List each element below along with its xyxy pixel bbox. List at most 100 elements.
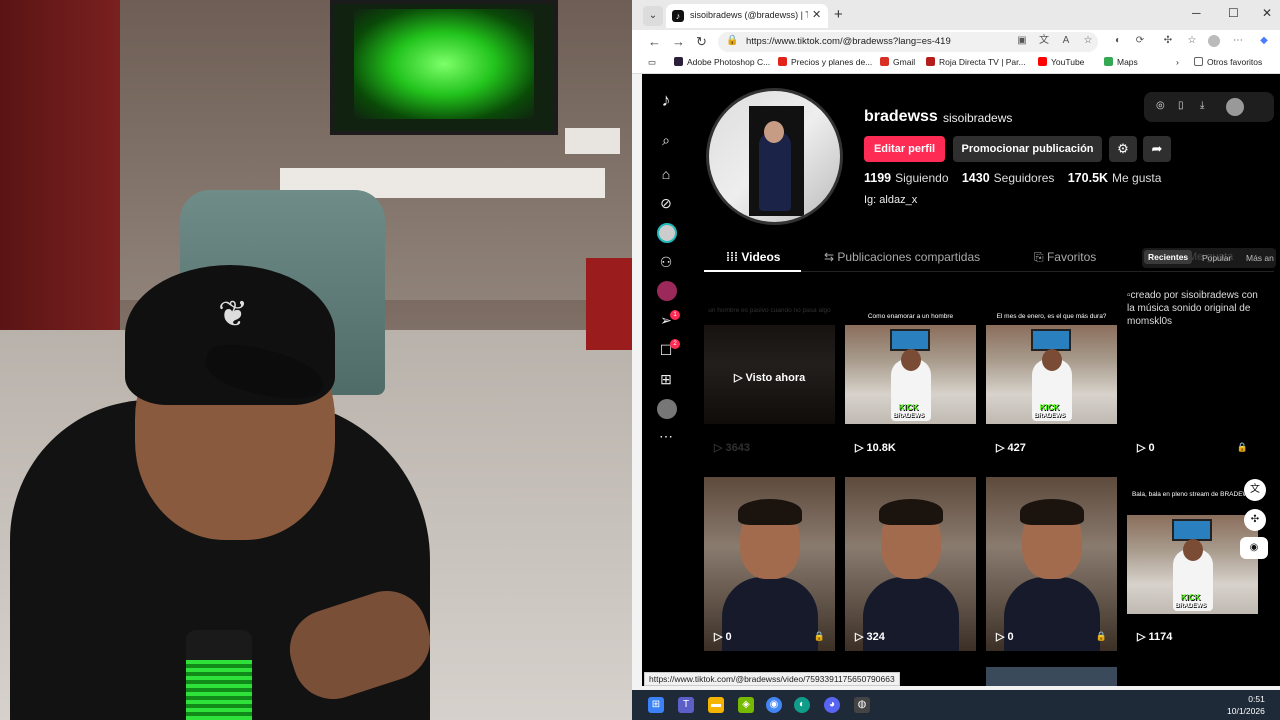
private-lock-icon: 🔒 — [1095, 631, 1107, 641]
play-icon: ▷ — [714, 631, 726, 643]
view-count: ▷ 3643 — [714, 441, 750, 454]
puzzle-icon[interactable]: ✣ — [1162, 35, 1174, 47]
play-icon: ▷ — [855, 442, 867, 454]
followers-count[interactable]: 1430 — [962, 171, 990, 185]
split-screen-icon[interactable]: ▣ — [1016, 35, 1028, 47]
translate-fab-icon[interactable]: 文 — [1244, 479, 1266, 501]
home-icon[interactable]: ⌂ — [656, 164, 676, 184]
video-card[interactable]: ▷ 0 🔒 — [704, 477, 835, 651]
video-card[interactable]: ▷ 0 🔒 — [986, 477, 1117, 651]
bookmark-gmail[interactable]: Gmail — [880, 57, 915, 67]
video-card[interactable]: Como enamorar a un hombre KICK BRADEWS ▷ … — [845, 289, 976, 461]
clock-time: 0:51 — [1248, 694, 1265, 704]
tab-actions-button[interactable]: ⌄ — [643, 6, 663, 26]
extension-icon[interactable]: ◐ — [1112, 35, 1124, 47]
more-icon[interactable]: ⋯ — [656, 426, 676, 446]
tab-tiktok[interactable]: ♪ sisoibradews (@bradewss) | TikTok ✕ — [666, 4, 828, 28]
following-avatar-icon[interactable] — [657, 223, 677, 243]
play-icon: ▷ — [996, 442, 1008, 454]
bookmark-roja-directa[interactable]: Roja Directa TV | Par... — [926, 57, 1026, 67]
share-icon[interactable]: ➦ — [1143, 136, 1171, 162]
video-caption: un hombre es pasivo cuando no pasa algo — [708, 307, 831, 314]
promote-post-button[interactable]: Promocionar publicación — [953, 136, 1102, 162]
tab-videos[interactable]: ⁞⁞⁞ Videos — [726, 250, 780, 264]
coins-icon[interactable]: ◎ — [1156, 100, 1165, 111]
close-window-icon[interactable]: ✕ — [1262, 6, 1272, 20]
read-aloud-icon[interactable]: A — [1060, 35, 1072, 47]
video-thumbnail — [845, 477, 976, 651]
sort-recent[interactable]: Recientes — [1144, 250, 1193, 264]
video-card[interactable]: ▷ 324 — [845, 477, 976, 651]
nvidia-icon[interactable]: ◈ — [738, 697, 754, 713]
upload-icon[interactable]: ⊞ — [656, 369, 676, 389]
play-icon: ▷ — [714, 442, 726, 454]
bookmarks-menu-icon[interactable]: ▭ — [648, 57, 656, 68]
obs-icon[interactable]: ◍ — [854, 697, 870, 713]
kick-word: KICK — [1039, 403, 1060, 412]
assistant-fab-icon[interactable]: ◉ — [1240, 537, 1268, 559]
sort-older[interactable]: Más an — [1246, 253, 1274, 263]
live-avatar-icon[interactable] — [657, 281, 677, 301]
teams-icon[interactable]: T — [678, 697, 694, 713]
bookmark-label: Roja Directa TV | Par... — [939, 57, 1026, 67]
start-icon[interactable]: ⊞ — [648, 697, 664, 713]
video-card[interactable]: un hombre es pasivo cuando no pasa algo … — [704, 289, 835, 461]
favorite-star-icon[interactable]: ☆ — [1082, 35, 1094, 47]
file-explorer-icon[interactable]: ▬ — [708, 697, 724, 713]
messages-badge: 2 — [670, 339, 680, 349]
view-count-value: 3643 — [725, 442, 750, 454]
bookmark-maps[interactable]: Maps — [1104, 57, 1138, 67]
settings-gear-icon[interactable]: ⚙ — [1109, 136, 1137, 162]
tiktok-logo-icon[interactable]: ♪ — [656, 90, 676, 110]
favorites-icon[interactable]: ☆ — [1186, 35, 1198, 47]
taskbar: ⊞ T ▬ ◈ ◉ ◐ ◕ ◍ 0:51 10/1/2026 — [632, 690, 1280, 720]
broken-image-alt-text: ▫creado por sisoibradews con la música s… — [1127, 289, 1258, 328]
sort-popular[interactable]: Popular — [1202, 253, 1231, 263]
video-thumbnail: KICK BRADEWS — [986, 325, 1117, 424]
minimize-icon[interactable]: ─ — [1192, 6, 1201, 20]
bookmark-youtube[interactable]: YouTube — [1038, 57, 1084, 67]
friends-icon[interactable]: ⚇ — [656, 252, 676, 272]
reload-icon[interactable]: ↻ — [696, 34, 707, 50]
address-bar: ← → ↻ 🔒 https://www.tiktok.com/@bradewss… — [632, 30, 1280, 54]
translate-icon[interactable]: 文 — [1038, 35, 1050, 47]
profile-avatar — [706, 88, 843, 225]
view-count: ▷ 427 — [996, 441, 1026, 454]
bookmark-precios[interactable]: Precios y planes de... — [778, 57, 872, 67]
profile-avatar-icon[interactable] — [657, 399, 677, 419]
discord-icon[interactable]: ◕ — [824, 697, 840, 713]
video-card[interactable]: El mes de enero, es el que más dura? KIC… — [986, 289, 1117, 461]
explore-icon[interactable]: ⊘ — [656, 193, 676, 213]
tab-label: Videos — [741, 250, 781, 264]
account-avatar-icon[interactable] — [1226, 98, 1244, 116]
copilot-icon[interactable]: ◆ — [1258, 35, 1270, 47]
maximize-icon[interactable]: ☐ — [1228, 6, 1239, 20]
download-icon[interactable]: ⤓ — [1200, 100, 1204, 111]
edit-profile-button[interactable]: Editar perfil — [864, 136, 945, 162]
following-count[interactable]: 1199 — [864, 171, 891, 185]
repost-icon: ⇆ — [824, 250, 838, 264]
bookmark-photoshop[interactable]: Adobe Photoshop C... — [674, 57, 770, 67]
more-icon[interactable]: ⋯ — [1232, 35, 1244, 47]
new-tab-button[interactable]: + — [834, 6, 843, 23]
close-tab-icon[interactable]: ✕ — [812, 8, 821, 21]
chrome-icon[interactable]: ◉ — [766, 697, 782, 713]
lock-icon: 🔒 — [726, 35, 739, 46]
back-icon[interactable]: ← — [648, 34, 661, 49]
tab-reposts[interactable]: ⇆ Publicaciones compartidas — [824, 250, 980, 264]
edge-icon[interactable]: ◐ — [794, 697, 810, 713]
profile-avatar-icon[interactable] — [1208, 35, 1220, 47]
tab-favorites[interactable]: ⎘ Favoritos — [1034, 250, 1096, 265]
video-card[interactable] — [986, 667, 1117, 686]
device-icon[interactable]: ▯ — [1178, 100, 1184, 111]
other-favorites[interactable]: Otros favoritos — [1194, 57, 1262, 67]
bookmarks-bar: ▭ Adobe Photoshop C... Precios y planes … — [632, 54, 1280, 74]
refresh-extension-icon[interactable]: ⟳ — [1134, 35, 1146, 47]
video-card[interactable]: ▫creado por sisoibradews con la música s… — [1127, 289, 1258, 461]
forward-icon[interactable]: → — [672, 34, 685, 49]
search-icon[interactable]: ⌕ — [656, 130, 676, 150]
apps-fab-icon[interactable]: ✣ — [1244, 509, 1266, 531]
bookmarks-overflow-icon[interactable]: › — [1176, 57, 1179, 67]
video-card[interactable]: Bala, bala en pleno stream de BRADEWS KI… — [1127, 477, 1258, 651]
kick-channel: BRADEWS — [893, 413, 924, 419]
